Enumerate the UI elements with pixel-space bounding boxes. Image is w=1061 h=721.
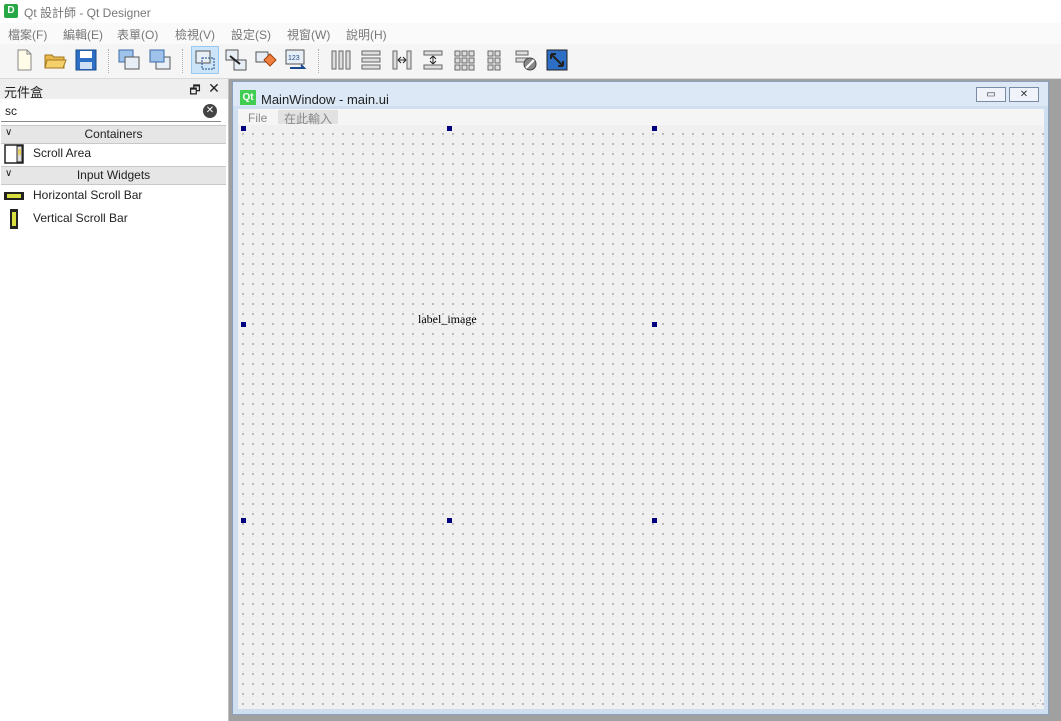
widget-item-vertical-scroll-bar[interactable]: Vertical Scroll Bar [4, 208, 224, 230]
widget-item-label: Scroll Area [33, 146, 92, 160]
mdi-area: Qt MainWindow - main.ui ▭ ✕ File 在此輸入 la… [229, 79, 1061, 721]
form-window-title-bar[interactable]: Qt MainWindow - main.ui ▭ ✕ [233, 82, 1048, 107]
form-menu-type-here[interactable]: 在此輸入 [278, 110, 339, 126]
toolbar-separator [108, 49, 111, 73]
title-bar: D Qt 設計師 - Qt Designer [0, 0, 1061, 23]
menu-form[interactable]: 表單(O) [117, 26, 158, 43]
layout-grid-icon[interactable] [452, 48, 476, 72]
float-dock-icon[interactable]: 🗗 [188, 81, 202, 97]
edit-buddies-icon[interactable] [254, 48, 278, 72]
widget-box-dock: 元件盒 🗗 ✕ sc ✕ ∨ Containers Scroll Area ∨ … [0, 79, 229, 721]
form-canvas[interactable]: File 在此輸入 label_image ⋰ [238, 109, 1044, 709]
form-menubar: File 在此輸入 [238, 109, 1044, 126]
scroll-area-icon [4, 144, 24, 164]
menu-window[interactable]: 視窗(W) [287, 26, 330, 43]
widget-item-horizontal-scroll-bar[interactable]: Horizontal Scroll Bar [4, 185, 224, 207]
menu-view[interactable]: 檢視(V) [175, 26, 215, 43]
edit-signals-slots-icon[interactable] [224, 48, 248, 72]
menu-settings[interactable]: 設定(S) [231, 26, 271, 43]
widget-item-scroll-area[interactable]: Scroll Area [4, 143, 224, 165]
widget-filter-value: sc [5, 104, 17, 118]
form-menu-file[interactable]: File [248, 111, 267, 125]
category-label: Containers [84, 127, 143, 141]
selection-handle[interactable] [447, 518, 452, 523]
form-window: Qt MainWindow - main.ui ▭ ✕ File 在此輸入 la… [232, 81, 1049, 715]
label-image-widget[interactable]: label_image [418, 312, 477, 327]
send-to-back-icon[interactable] [117, 48, 141, 72]
open-folder-icon[interactable] [43, 48, 67, 72]
category-label: Input Widgets [76, 168, 151, 182]
new-file-icon[interactable] [12, 48, 36, 72]
bring-to-front-icon[interactable] [148, 48, 172, 72]
layout-form-icon[interactable] [483, 48, 507, 72]
selection-handle[interactable] [241, 518, 246, 523]
resize-grip-icon[interactable]: ⋰ [1034, 699, 1042, 708]
menu-edit[interactable]: 編輯(E) [63, 26, 103, 43]
window-title: Qt 設計師 - Qt Designer [24, 6, 151, 20]
edit-tab-order-icon[interactable]: 123 [284, 48, 308, 72]
close-button[interactable]: ✕ [1009, 87, 1039, 102]
selection-handle[interactable] [241, 126, 246, 131]
close-dock-icon[interactable]: ✕ [207, 80, 221, 96]
selection-handle[interactable] [447, 126, 452, 131]
save-icon[interactable] [74, 48, 98, 72]
widget-box-title-bar: 元件盒 🗗 ✕ [0, 79, 228, 100]
clear-filter-icon[interactable]: ✕ [203, 104, 217, 118]
qt-designer-app-icon: D [4, 4, 18, 18]
main-menubar: 檔案(F) 編輯(E) 表單(O) 檢視(V) 設定(S) 視窗(W) 說明(H… [0, 23, 1061, 44]
minimize-button[interactable]: ▭ [976, 87, 1006, 102]
widget-item-label: Horizontal Scroll Bar [33, 188, 143, 202]
category-containers[interactable]: ∨ Containers [1, 125, 226, 144]
layout-horizontal-splitter-icon[interactable] [390, 48, 414, 72]
menu-help[interactable]: 說明(H) [346, 26, 387, 43]
widget-box-title: 元件盒 [4, 85, 44, 100]
break-layout-icon[interactable] [514, 48, 538, 72]
vertical-scroll-bar-icon [10, 209, 18, 229]
menu-file[interactable]: 檔案(F) [8, 26, 47, 43]
svg-text:123: 123 [288, 55, 300, 62]
widget-filter-input[interactable]: sc ✕ [1, 101, 221, 122]
widget-item-label: Vertical Scroll Bar [33, 211, 128, 225]
layout-vertical-icon[interactable] [359, 48, 383, 72]
selection-handle[interactable] [652, 126, 657, 131]
main-toolbar: 123 [0, 44, 1061, 79]
toolbar-separator [182, 49, 185, 73]
category-input-widgets[interactable]: ∨ Input Widgets [1, 166, 226, 185]
layout-vertical-splitter-icon[interactable] [421, 48, 445, 72]
edit-widgets-icon[interactable] [191, 46, 219, 74]
selection-handle[interactable] [652, 518, 657, 523]
adjust-size-icon[interactable] [545, 48, 569, 72]
selection-handle[interactable] [241, 322, 246, 327]
qt-logo-icon: Qt [240, 90, 256, 105]
layout-horizontal-icon[interactable] [329, 48, 353, 72]
selection-handle[interactable] [652, 322, 657, 327]
form-window-title: MainWindow - main.ui [261, 92, 389, 107]
horizontal-scroll-bar-icon [4, 192, 24, 200]
toolbar-separator [318, 49, 321, 73]
